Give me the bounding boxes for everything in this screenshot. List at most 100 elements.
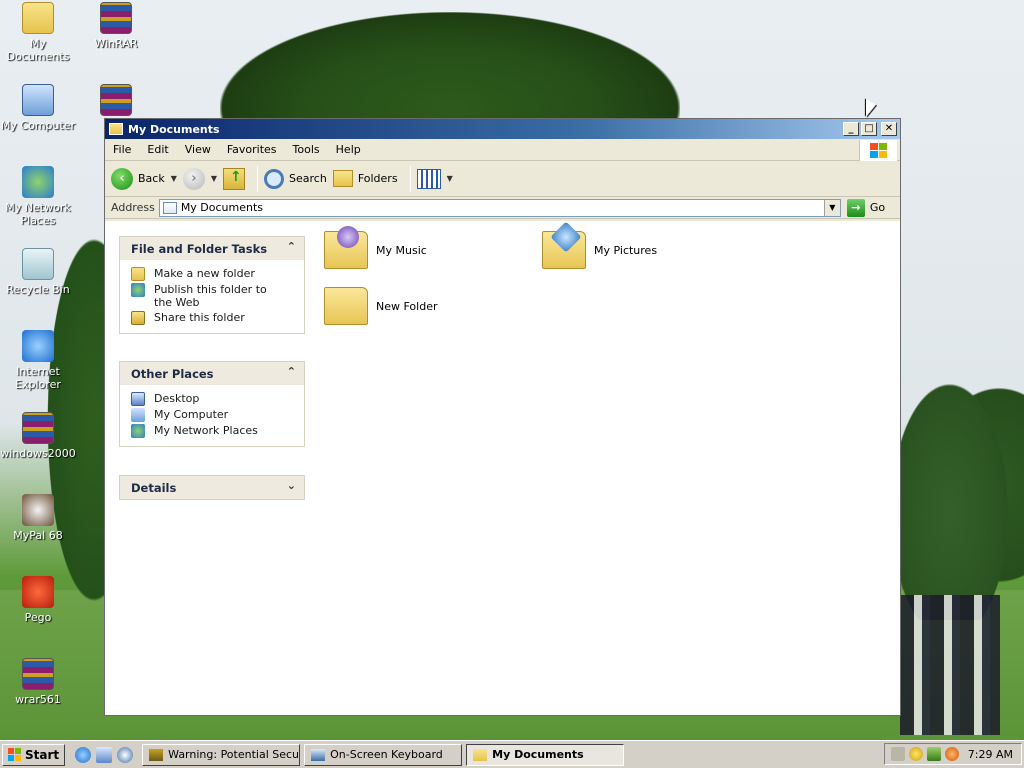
publish-web-icon — [131, 283, 145, 297]
back-button[interactable]: ‹ Back ▼ — [111, 167, 177, 190]
task-publish-folder[interactable]: Publish this folder to the Web — [131, 283, 304, 309]
views-icon — [416, 168, 441, 189]
desktop-icon-winrar-2[interactable] — [78, 84, 154, 119]
desktop-icon-winrar[interactable]: WinRAR — [78, 2, 154, 50]
new-folder-icon — [131, 267, 145, 281]
desktop-icon — [131, 392, 145, 406]
taskbar-item-security-warning[interactable]: Warning: Potential Secur... — [142, 743, 301, 766]
close-button[interactable]: ✕ — [881, 122, 897, 136]
pego-icon — [22, 576, 54, 608]
music-folder-icon — [324, 226, 368, 269]
expand-chevron-icon[interactable]: ⌄ — [287, 479, 296, 492]
desktop-icon-wrar561[interactable]: wrar561 — [0, 658, 76, 706]
address-value: My Documents — [180, 201, 264, 214]
task-pane: File and Folder Tasks ⌃ Make a new folde… — [105, 221, 315, 715]
clock[interactable]: 7:29 AM — [968, 748, 1013, 761]
desktop-icon-windows2000[interactable]: windows2000 — [0, 412, 76, 460]
folder-my-pictures[interactable]: My Pictures — [542, 221, 657, 269]
desktop-icon-mypal[interactable]: MyPal 68 — [0, 494, 76, 542]
network-places-icon — [131, 424, 145, 438]
minimize-button[interactable]: _ — [843, 122, 859, 136]
share-folder-icon — [131, 311, 145, 325]
menu-view[interactable]: View — [177, 143, 219, 156]
file-folder-tasks-panel: File and Folder Tasks ⌃ Make a new folde… — [119, 236, 305, 334]
address-dropdown-icon[interactable]: ▼ — [823, 199, 840, 216]
folder-new-folder[interactable]: New Folder — [324, 287, 437, 325]
maximize-button[interactable]: □ — [861, 122, 877, 136]
explorer-window: My Documents _ □ ✕ File Edit View Favori… — [104, 118, 901, 716]
up-button[interactable] — [223, 167, 246, 190]
place-network-places[interactable]: My Network Places — [131, 424, 304, 438]
winrar-archive-icon — [100, 84, 132, 116]
keyboard-tray-icon[interactable] — [891, 747, 905, 761]
desktop-icon-internet-explorer[interactable]: Internet Explorer — [0, 330, 76, 391]
pictures-folder-icon — [542, 221, 586, 269]
my-computer-icon — [131, 408, 145, 422]
folder-content-area: File and Folder Tasks ⌃ Make a new folde… — [105, 221, 900, 715]
toolbar-separator — [409, 165, 411, 192]
media-player-icon[interactable] — [117, 746, 134, 763]
chevron-down-icon[interactable]: ▼ — [171, 174, 177, 183]
start-button[interactable]: Start — [2, 743, 66, 766]
forward-arrow-icon: › — [182, 167, 205, 190]
folder-up-icon — [223, 167, 246, 190]
collapse-chevron-icon[interactable]: ⌃ — [287, 365, 296, 378]
folder-icon — [324, 287, 368, 325]
details-panel: Details ⌄ — [119, 475, 305, 500]
desktop-icon-pego[interactable]: Pego — [0, 576, 76, 624]
system-tray: 7:29 AM — [884, 743, 1022, 765]
chevron-down-icon[interactable]: ▼ — [211, 174, 217, 183]
desktop-icon-my-documents[interactable]: My Documents — [0, 2, 76, 63]
folder-icon — [109, 123, 123, 135]
task-share-folder[interactable]: Share this folder — [131, 311, 304, 325]
menu-bar: File Edit View Favorites Tools Help — [105, 139, 900, 161]
network-tray-icon[interactable] — [927, 747, 941, 761]
menu-file[interactable]: File — [105, 143, 139, 156]
taskbar-item-onscreen-keyboard[interactable]: On-Screen Keyboard — [304, 743, 463, 766]
quick-launch — [75, 746, 138, 763]
panel-header[interactable]: File and Folder Tasks ⌃ — [120, 237, 304, 260]
menu-tools[interactable]: Tools — [285, 143, 328, 156]
search-tray-icon[interactable] — [945, 747, 959, 761]
winrar-archive-icon — [22, 412, 54, 444]
network-places-icon — [22, 166, 54, 198]
go-arrow-icon: → — [846, 198, 865, 217]
views-button[interactable]: ▼ — [416, 168, 453, 189]
desktop-icon-network-places[interactable]: My Network Places — [0, 166, 76, 227]
mypal-icon — [22, 494, 54, 526]
address-label: Address — [111, 201, 155, 214]
desktop-icon-my-computer[interactable]: My Computer — [0, 84, 76, 132]
folder-icon — [473, 748, 488, 761]
forward-button[interactable]: › ▼ — [182, 167, 217, 190]
menu-favorites[interactable]: Favorites — [219, 143, 285, 156]
panel-header[interactable]: Other Places ⌃ — [120, 362, 304, 385]
warning-icon — [149, 748, 164, 761]
menu-help[interactable]: Help — [328, 143, 369, 156]
windows-flag-icon — [8, 748, 21, 761]
recycle-bin-icon — [22, 248, 54, 280]
security-shield-icon[interactable] — [909, 747, 923, 761]
wallpaper-soldiers — [900, 595, 1000, 735]
internet-explorer-icon[interactable] — [75, 746, 92, 763]
menu-edit[interactable]: Edit — [139, 143, 176, 156]
folder-my-music[interactable]: My Music — [324, 226, 427, 269]
show-desktop-icon[interactable] — [96, 746, 113, 763]
collapse-chevron-icon[interactable]: ⌃ — [287, 240, 296, 253]
taskbar: Start Warning: Potential Secur... On-Scr… — [0, 740, 1024, 768]
other-places-panel: Other Places ⌃ Desktop My Computer My Ne… — [119, 361, 305, 447]
go-button[interactable]: → Go — [846, 198, 885, 217]
desktop-icon-recycle-bin[interactable]: Recycle Bin — [0, 248, 76, 296]
title-bar[interactable]: My Documents _ □ ✕ — [105, 119, 900, 139]
place-desktop[interactable]: Desktop — [131, 392, 304, 406]
task-make-new-folder[interactable]: Make a new folder — [131, 267, 304, 281]
place-my-computer[interactable]: My Computer — [131, 408, 304, 422]
search-button[interactable]: Search — [264, 168, 327, 189]
window-title: My Documents — [128, 122, 220, 136]
address-bar: Address My Documents ▼ → Go — [105, 197, 900, 219]
folders-button[interactable]: Folders — [332, 170, 398, 187]
taskbar-item-my-documents[interactable]: My Documents — [466, 743, 625, 766]
address-field[interactable]: My Documents ▼ — [158, 198, 841, 217]
my-computer-icon — [22, 84, 54, 116]
chevron-down-icon: ▼ — [446, 174, 453, 183]
panel-header[interactable]: Details ⌄ — [120, 476, 304, 499]
